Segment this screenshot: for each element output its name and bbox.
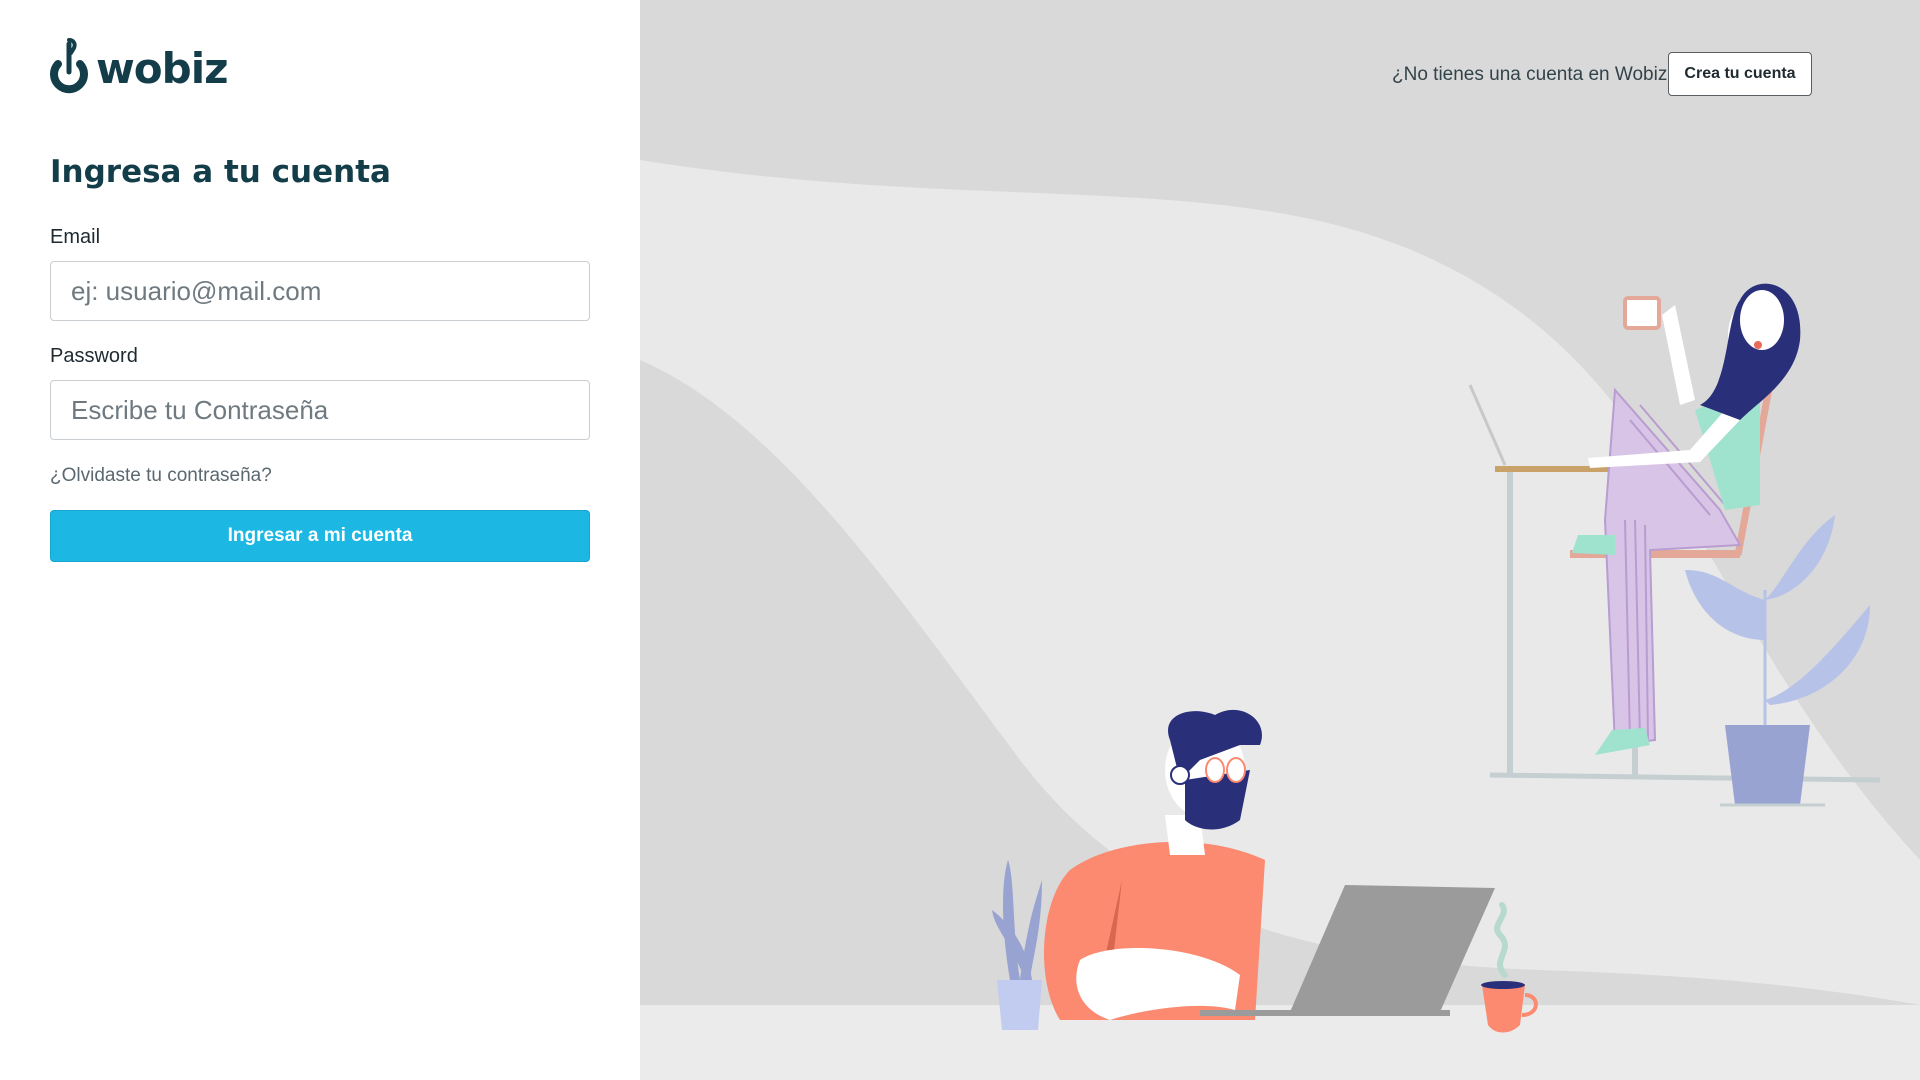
- login-submit-button[interactable]: Ingresar a mi cuenta: [50, 510, 590, 562]
- illustration-panel: ¿No tienes una cuenta en Wobiz? Crea tu …: [640, 0, 1920, 1080]
- background-illustration: [640, 160, 1920, 1080]
- password-label: Password: [50, 345, 138, 367]
- forgot-password-link[interactable]: ¿Olvidaste tu contraseña?: [50, 465, 272, 487]
- wobiz-logo-icon: [50, 38, 88, 94]
- login-panel: wobiz Ingresa a tu cuenta Email Password…: [0, 0, 640, 1080]
- page-title: Ingresa a tu cuenta: [50, 154, 391, 190]
- create-account-button[interactable]: Crea tu cuenta: [1668, 52, 1812, 96]
- brand-name: wobiz: [96, 44, 229, 93]
- signup-prompt: ¿No tienes una cuenta en Wobiz?: [1392, 64, 1678, 85]
- email-label: Email: [50, 226, 101, 248]
- password-input[interactable]: [50, 380, 590, 440]
- brand-logo[interactable]: wobiz: [50, 36, 229, 94]
- email-input[interactable]: [50, 261, 590, 321]
